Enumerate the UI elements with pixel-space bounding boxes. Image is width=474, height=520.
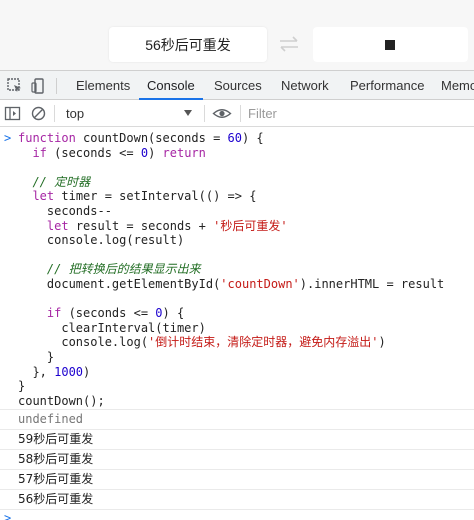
code-line: } — [18, 350, 55, 364]
device-toolbar-icon[interactable] — [30, 77, 48, 95]
stop-square-icon — [385, 40, 395, 50]
log-line: 59秒后可重发 — [0, 429, 474, 449]
log-line: 58秒后可重发 — [0, 449, 474, 469]
context-select[interactable]: top — [60, 103, 200, 124]
chevron-down-icon — [184, 110, 192, 116]
code-line: }, 1000) — [18, 364, 91, 379]
toolbar-divider — [56, 78, 57, 94]
code-line: countDown(); — [18, 393, 105, 408]
console-toolbar: top Filter — [0, 100, 474, 127]
tab-performance[interactable]: Performance — [350, 71, 424, 100]
code-line: } — [18, 379, 26, 394]
tab-console[interactable]: Console — [139, 71, 203, 100]
code-line: clearInterval(timer) — [18, 320, 206, 335]
log-line: 56秒后可重发 — [0, 489, 474, 509]
code-line: if (seconds <= 0) { — [46, 306, 185, 321]
code-line: console.log('倒计时结束，清除定时器，避免内存溢出') — [18, 335, 386, 350]
code-line: function countDown(seconds = 60) { — [18, 131, 264, 145]
toolbar-divider — [54, 105, 55, 122]
tab-memory[interactable]: Memo — [441, 71, 474, 100]
code-line: let timer = setInterval(() => { — [32, 189, 257, 204]
devtools-tabbar: Elements Console Sources Network Perform… — [0, 70, 474, 100]
code-line: document.getElementById('countDown').inn… — [18, 277, 445, 291]
sidebar-toggle-icon[interactable] — [4, 105, 21, 122]
code-line: seconds-- — [18, 204, 112, 218]
countdown-button[interactable]: 56秒后可重发 — [109, 27, 267, 62]
code-line: if (seconds <= 0) return — [32, 145, 206, 160]
eye-icon[interactable] — [212, 105, 232, 122]
inspect-element-icon[interactable] — [6, 77, 24, 95]
console-prompt[interactable]: > — [0, 509, 474, 520]
toolbar-divider — [240, 105, 241, 122]
input-chevron-icon: > — [4, 131, 12, 145]
page-preview: 56秒后可重发 — [0, 0, 474, 70]
return-value: undefined — [0, 409, 474, 429]
prompt-chevron-icon: > — [4, 511, 12, 520]
countdown-button-label: 56秒后可重发 — [145, 36, 231, 53]
code-line: let result = seconds + '秒后可重发' — [46, 218, 288, 233]
console-input-entry: > function countDown(seconds = 60) { if … — [0, 127, 474, 408]
toolbar-divider — [204, 105, 205, 122]
code-line: console.log(result) — [18, 233, 185, 248]
console-panel: > function countDown(seconds = 60) { if … — [0, 127, 474, 520]
clear-console-icon[interactable] — [30, 105, 47, 122]
log-line: 57秒后可重发 — [0, 469, 474, 489]
code-line: // 把转换后的结果显示出来 — [46, 262, 201, 277]
context-select-value: top — [66, 106, 85, 121]
tab-elements[interactable]: Elements — [76, 71, 130, 100]
filter-input[interactable]: Filter — [248, 104, 277, 123]
code-line: // 定时器 — [32, 174, 91, 189]
stop-button[interactable] — [313, 27, 468, 62]
tab-network[interactable]: Network — [281, 71, 329, 100]
swap-arrows-icon — [277, 34, 301, 54]
tab-sources[interactable]: Sources — [214, 71, 262, 100]
